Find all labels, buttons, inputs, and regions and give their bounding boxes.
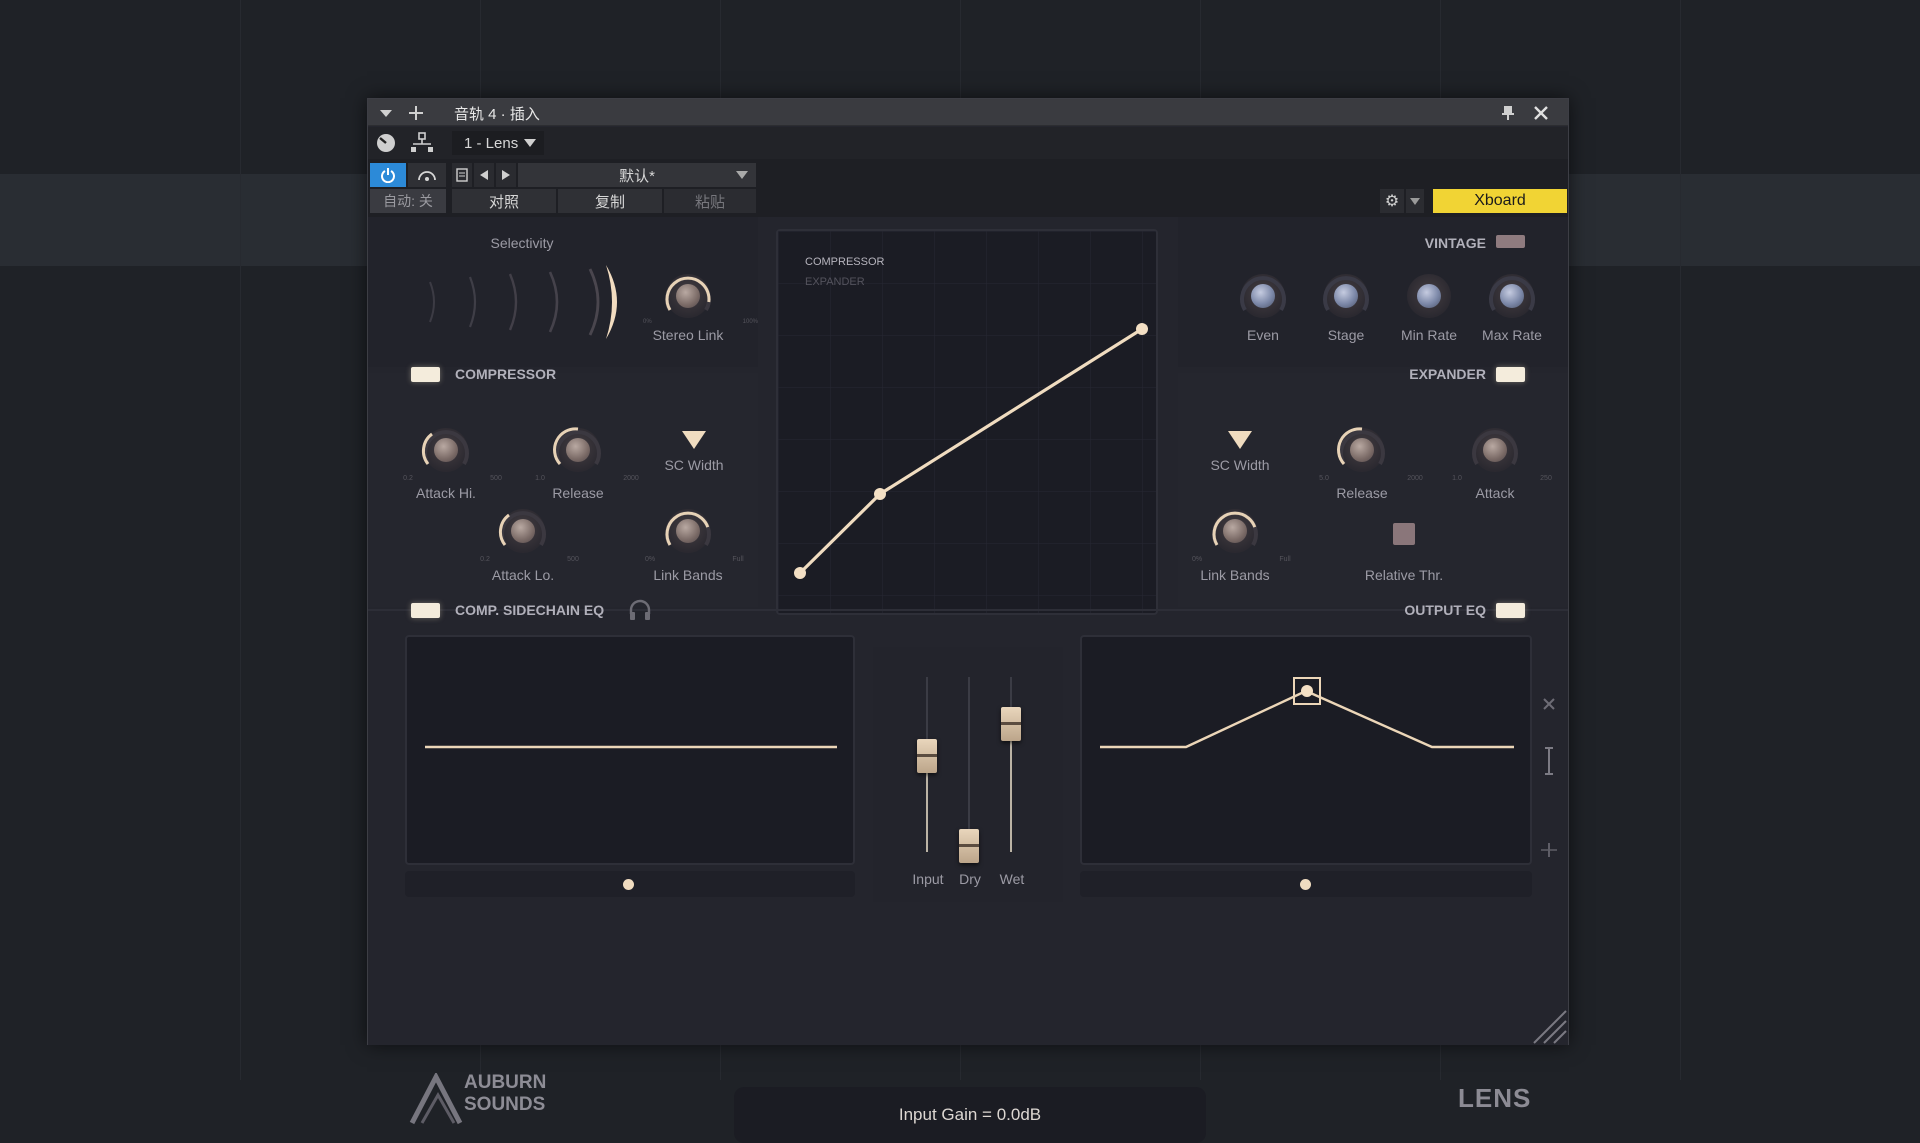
preset-toolbar: 自动: 关 默认* 对照 复制 粘贴 ⚙ Xboard xyxy=(368,159,1568,217)
expander-release-knob[interactable] xyxy=(1337,427,1385,472)
power-icon xyxy=(381,168,395,183)
automation-button[interactable]: 自动: 关 xyxy=(370,189,446,213)
resize-handle-icon[interactable] xyxy=(1530,1007,1568,1045)
stereo-link-knob[interactable] xyxy=(665,274,711,318)
triangle-right-icon xyxy=(502,170,510,180)
preset-name: 默认* xyxy=(619,167,655,185)
expander-sc-width-label: SC Width xyxy=(1210,457,1270,473)
vintage-max-rate-knob[interactable] xyxy=(1489,274,1535,318)
vintage-toggle[interactable] xyxy=(1496,235,1525,248)
output-eq-toggle[interactable] xyxy=(1496,603,1525,618)
compressor-sc-width-handle[interactable] xyxy=(682,429,706,454)
compare-button[interactable]: 对照 xyxy=(452,189,556,213)
eq-split-icon[interactable] xyxy=(1540,841,1558,859)
copy-button[interactable]: 复制 xyxy=(558,189,662,213)
vintage-min-rate-knob[interactable] xyxy=(1407,274,1451,318)
preset-file-icon[interactable] xyxy=(452,163,472,187)
sidechain-eq-toggle[interactable] xyxy=(411,603,440,618)
headphones-icon[interactable] xyxy=(628,599,652,626)
relative-threshold-toggle[interactable] xyxy=(1393,523,1415,545)
bypass-button[interactable] xyxy=(408,163,446,187)
output-eq-band-strip[interactable] xyxy=(1080,871,1532,897)
title-bar: 音轨 4 · 插入 xyxy=(368,99,1568,126)
expander-sc-width-handle[interactable] xyxy=(1228,429,1252,454)
sidechain-eq-display[interactable] xyxy=(405,635,855,865)
reset-eq-icon[interactable] xyxy=(1540,695,1558,713)
wet-fader[interactable] xyxy=(1001,707,1021,741)
attack-hi-label: Attack Hi. xyxy=(416,485,476,501)
curve-mode-compressor[interactable]: COMPRESSOR xyxy=(805,256,884,268)
sidechain-eq-band-dot[interactable] xyxy=(623,879,634,890)
plugin-slot-select[interactable]: 1 - Lens xyxy=(452,131,544,155)
selectivity-label: Selectivity xyxy=(490,235,554,251)
lens-plugin: Selectivity 0% 100% Stereo Link COMPRESS… xyxy=(368,217,1568,1143)
sidechain-routing-icon[interactable] xyxy=(410,132,434,154)
routing-knob-icon[interactable] xyxy=(374,132,398,154)
expander-attack-label: Attack xyxy=(1475,485,1515,501)
preset-select[interactable]: 默认* xyxy=(518,163,756,187)
previous-preset-button[interactable] xyxy=(474,163,494,187)
pin-icon[interactable] xyxy=(1498,103,1518,123)
curve-mode-expander[interactable]: EXPANDER xyxy=(805,276,865,288)
compressor-release-knob[interactable] xyxy=(553,427,601,472)
attack-hi-knob[interactable] xyxy=(421,428,469,472)
expander-link-bands-knob[interactable] xyxy=(1212,509,1258,553)
vintage-label: VINTAGE xyxy=(1424,235,1486,251)
window-title: 音轨 4 · 插入 xyxy=(454,106,540,123)
relative-threshold-label: Relative Thr. xyxy=(1364,567,1444,583)
add-icon[interactable] xyxy=(406,103,426,123)
triangle-down-icon xyxy=(682,431,706,449)
output-eq-band-dot[interactable] xyxy=(1300,879,1311,890)
product-logo: LENS xyxy=(1458,1083,1532,1113)
eq-zoom-vertical-icon[interactable] xyxy=(1540,745,1558,777)
vintage-even-knob[interactable] xyxy=(1240,274,1286,318)
settings-menu-button[interactable] xyxy=(1406,189,1424,213)
chevron-down-icon[interactable] xyxy=(376,103,396,123)
expander-toggle[interactable] xyxy=(1496,367,1525,382)
power-button[interactable] xyxy=(370,163,406,187)
chevron-down-icon xyxy=(524,139,536,147)
wet-fader-label: Wet xyxy=(999,871,1025,887)
status-display: Input Gain = 0.0dB xyxy=(734,1087,1206,1143)
paste-button[interactable]: 粘贴 xyxy=(664,189,756,213)
next-preset-button[interactable] xyxy=(496,163,516,187)
chevron-down-icon xyxy=(736,171,748,179)
compressor-toggle[interactable] xyxy=(411,367,440,382)
sidechain-eq-band-strip[interactable] xyxy=(405,871,855,897)
auburn-sounds-logo-icon xyxy=(408,1071,468,1125)
compressor-release-label: Release xyxy=(552,485,604,501)
dry-fader[interactable] xyxy=(959,829,979,863)
bypass-icon xyxy=(418,171,436,181)
expander-attack-knob[interactable] xyxy=(1472,428,1518,472)
plugin-slot-label: 1 - Lens xyxy=(464,134,519,152)
expander-link-bands-label: Link Bands xyxy=(1200,567,1270,583)
output-eq-display[interactable] xyxy=(1080,635,1532,865)
attack-lo-knob[interactable] xyxy=(498,509,546,553)
compressor-sc-width-label: SC Width xyxy=(664,457,724,473)
triangle-left-icon xyxy=(480,170,488,180)
expander-label: EXPANDER xyxy=(1409,366,1486,382)
plugin-window: 音轨 4 · 插入 1 - Lens 自动: 关 默认* 对照 复制 粘贴 ⚙ … xyxy=(367,98,1569,1143)
chevron-down-icon xyxy=(1410,197,1420,205)
close-icon[interactable] xyxy=(1531,103,1551,123)
stereo-link-label: Stereo Link xyxy=(652,327,724,343)
output-eq-label: OUTPUT EQ xyxy=(1404,602,1486,618)
vintage-knob-label: Max Rate xyxy=(1482,327,1542,343)
selectivity-display[interactable] xyxy=(418,257,618,347)
xboard-button[interactable]: Xboard xyxy=(1433,189,1567,213)
compressor-link-bands-knob[interactable] xyxy=(665,509,711,553)
vintage-stage-knob[interactable] xyxy=(1323,274,1369,318)
attack-lo-label: Attack Lo. xyxy=(491,567,555,583)
input-fader[interactable] xyxy=(917,739,937,773)
settings-button[interactable]: ⚙ xyxy=(1380,189,1404,213)
transfer-curve-display[interactable]: COMPRESSOR EXPANDER xyxy=(776,229,1158,615)
expander-release-label: Release xyxy=(1336,485,1388,501)
gear-icon: ⚙ xyxy=(1384,193,1400,210)
brand-name: AUBURN SOUNDS xyxy=(464,1072,547,1115)
triangle-down-icon xyxy=(1228,431,1252,449)
compressor-link-bands-label: Link Bands xyxy=(653,567,723,583)
sidechain-eq-label: COMP. SIDECHAIN EQ xyxy=(455,602,605,618)
slot-bar: 1 - Lens xyxy=(368,127,1568,159)
compressor-label: COMPRESSOR xyxy=(455,366,557,382)
